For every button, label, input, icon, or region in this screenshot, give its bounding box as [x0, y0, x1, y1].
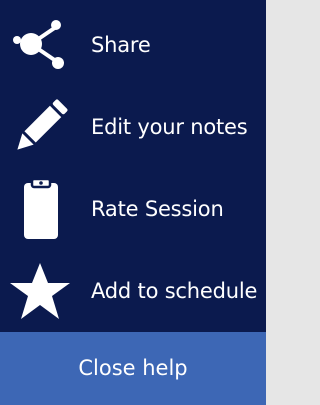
rate-session-label: Rate Session [91, 197, 224, 221]
share-label: Share [91, 33, 151, 57]
add-to-schedule-menu-item[interactable]: Add to schedule [0, 250, 266, 332]
pencil-icon [17, 99, 68, 150]
share-menu-item[interactable]: Share [0, 4, 266, 86]
help-panel: Share Edit your notes Rate Session Add t… [0, 0, 266, 405]
clipboard-icon [24, 177, 58, 239]
share-icon [13, 20, 64, 69]
edit-notes-label: Edit your notes [91, 115, 248, 139]
edit-notes-menu-item[interactable]: Edit your notes [0, 86, 266, 168]
add-to-schedule-label: Add to schedule [91, 279, 258, 303]
panel-edge [266, 0, 270, 405]
rate-session-menu-item[interactable]: Rate Session [0, 168, 266, 250]
close-help-button[interactable]: Close help [0, 332, 266, 405]
close-help-label: Close help [78, 356, 188, 380]
star-icon [10, 263, 70, 319]
